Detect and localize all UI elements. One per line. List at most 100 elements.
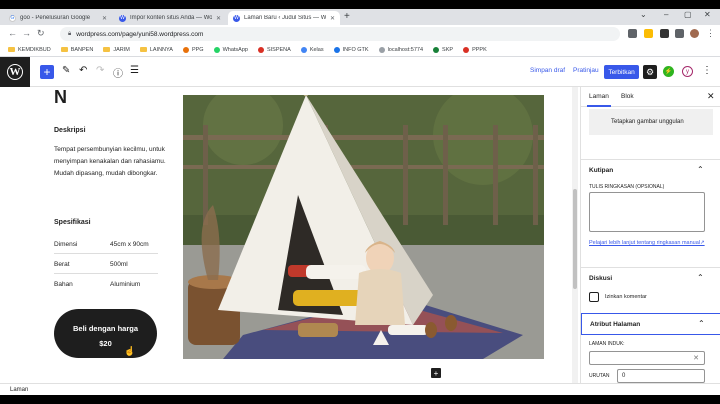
- minimize-icon[interactable]: –: [664, 10, 668, 19]
- product-image[interactable]: [183, 95, 544, 359]
- block-breadcrumb[interactable]: Laman: [0, 383, 720, 395]
- allow-comments-checkbox[interactable]: [589, 292, 599, 302]
- folder-icon: [8, 47, 15, 52]
- spec-row[interactable]: Bahan Aluminium: [54, 275, 158, 294]
- bookmark-item[interactable]: INFO GTK: [333, 46, 369, 53]
- bookmark-item[interactable]: SKP: [433, 46, 453, 53]
- address-toolbar: ← → ↻ 🔒︎ wordpress.com/page/yuni58.wordp…: [0, 25, 720, 43]
- redo-icon[interactable]: ↷: [96, 65, 104, 76]
- site-icon: [333, 46, 340, 53]
- order-input[interactable]: 0: [617, 369, 705, 383]
- tab-search-icon[interactable]: ⌄: [640, 10, 647, 19]
- spec-heading[interactable]: Spesifikasi: [54, 219, 91, 226]
- description-text[interactable]: Tempat persembunyian kecilmu, untuk meny…: [54, 144, 166, 180]
- bookmark-item[interactable]: WhatsApp: [213, 46, 248, 53]
- gear-icon: ⚙: [645, 66, 655, 77]
- bookmark-item[interactable]: LAINNYA: [139, 47, 173, 53]
- sidebar-tabs: Laman Blok ✕: [581, 87, 720, 107]
- address-bar[interactable]: 🔒︎ wordpress.com/page/yuni58.wordpress.c…: [60, 27, 620, 41]
- page-attributes-panel-header[interactable]: Atribut Halaman ⌃: [581, 313, 720, 335]
- bookmark-item[interactable]: PPG: [182, 46, 204, 53]
- parent-page-select[interactable]: ✕: [589, 351, 705, 365]
- pencil-icon[interactable]: ✎: [62, 65, 70, 76]
- excerpt-help-link[interactable]: Pelajari lebih lanjut tentang ringkasan …: [589, 239, 707, 247]
- close-icon[interactable]: ✕: [102, 15, 107, 22]
- chevron-up-icon: ⌃: [697, 273, 704, 282]
- menu-icon[interactable]: ⋮: [706, 28, 715, 39]
- spec-row[interactable]: Dimensi 45cm x 90cm: [54, 235, 158, 254]
- bookmark-item[interactable]: Kelas: [300, 46, 324, 53]
- globe-icon: [378, 46, 385, 53]
- discussion-panel-header[interactable]: Diskusi ⌃: [581, 267, 720, 289]
- bookmark-item[interactable]: BANPEN: [60, 47, 93, 53]
- parent-page-label: LAMAN INDUK:: [589, 341, 625, 347]
- allow-comments-label: Izinkan komentar: [605, 294, 647, 300]
- featured-image-button[interactable]: Tetapkan gambar unggulan: [589, 109, 713, 135]
- excerpt-textarea[interactable]: [589, 192, 705, 232]
- publish-button[interactable]: Terbitkan: [604, 65, 639, 79]
- lock-icon: 🔒︎: [68, 30, 72, 37]
- page-heading-partial[interactable]: N: [54, 87, 67, 108]
- new-tab-button[interactable]: +: [344, 11, 350, 22]
- teepee-photo: [183, 95, 544, 359]
- save-draft-button[interactable]: Simpan draf: [530, 67, 565, 74]
- buy-button-label: Beli dengan harga: [72, 324, 138, 333]
- add-block-button[interactable]: +: [40, 65, 54, 79]
- close-icon[interactable]: ✕: [707, 91, 715, 102]
- settings-button[interactable]: ⚙: [643, 65, 657, 79]
- bookmark-item[interactable]: localhost:5774: [378, 46, 423, 53]
- extension-icon[interactable]: [660, 29, 669, 38]
- order-label: URUTAN: [589, 373, 610, 379]
- yoast-icon[interactable]: y: [682, 66, 693, 77]
- site-icon: [182, 46, 189, 53]
- tab-page[interactable]: Laman: [587, 93, 611, 107]
- more-options-icon[interactable]: ⋮: [702, 65, 712, 76]
- description-heading[interactable]: Deskripsi: [54, 127, 86, 134]
- window-close-icon[interactable]: ✕: [704, 10, 711, 19]
- avatar[interactable]: [690, 29, 699, 38]
- puzzle-icon[interactable]: [675, 29, 684, 38]
- spec-row[interactable]: Berat 500ml: [54, 255, 158, 274]
- close-icon[interactable]: ✕: [216, 15, 221, 22]
- scrollbar-thumb[interactable]: [573, 189, 577, 289]
- excerpt-label: TULIS RINGKASAN (OPSIONAL): [589, 184, 665, 190]
- close-icon[interactable]: ✕: [330, 15, 335, 22]
- tab-google[interactable]: G goo - Penelusuran Google ✕: [4, 11, 112, 25]
- jetpack-icon[interactable]: ⚡: [663, 66, 674, 77]
- wordpress-icon: W: [7, 64, 23, 80]
- buy-button[interactable]: Beli dengan harga $20: [54, 309, 157, 358]
- bookmark-star-icon[interactable]: [644, 29, 653, 38]
- bookmarks-bar: KEMDIKBUD BANPEN JARIM LAINNYA PPG Whats…: [0, 43, 720, 57]
- excerpt-panel-header[interactable]: Kutipan ⌃: [581, 159, 720, 181]
- site-icon: [300, 46, 307, 53]
- wordpress-logo-button[interactable]: W: [0, 57, 30, 87]
- bookmark-item[interactable]: JARIM: [103, 47, 130, 53]
- reload-icon[interactable]: ↻: [37, 28, 45, 39]
- bookmark-item[interactable]: SISPENA: [257, 46, 291, 53]
- forward-icon[interactable]: →: [22, 28, 31, 38]
- wordpress-icon: W: [233, 14, 240, 22]
- tab-new-page[interactable]: W Laman Baru ‹ Judul Situs — Wo ✕: [228, 11, 340, 25]
- tab-strip: G goo - Penelusuran Google ✕ W Impor kon…: [0, 9, 720, 25]
- folder-icon: [60, 47, 68, 52]
- maximize-icon[interactable]: ▢: [684, 10, 692, 19]
- bookmark-item[interactable]: KEMDIKBUD: [8, 47, 51, 53]
- clear-icon[interactable]: ✕: [693, 354, 699, 362]
- tab-import[interactable]: W Impor konten situs Anda — Wo ✕: [114, 11, 226, 25]
- tab-block[interactable]: Blok: [621, 93, 634, 100]
- list-view-icon[interactable]: ☰: [130, 65, 139, 76]
- editor-canvas: N Deskripsi Tempat persembunyian kecilmu…: [0, 87, 578, 383]
- back-icon[interactable]: ←: [8, 28, 17, 38]
- folder-icon: [103, 47, 111, 52]
- preview-button[interactable]: Pratinjau: [573, 67, 599, 74]
- undo-icon[interactable]: ↶: [79, 65, 87, 76]
- site-icon: [463, 46, 470, 53]
- folder-icon: [139, 47, 147, 52]
- share-icon[interactable]: [628, 29, 637, 38]
- external-link-icon: ↗: [700, 240, 705, 246]
- whatsapp-icon: [213, 46, 220, 53]
- info-icon[interactable]: ⓘ: [113, 65, 123, 80]
- block-inserter-button[interactable]: +: [431, 368, 441, 378]
- bookmark-item[interactable]: PPPK: [463, 46, 487, 53]
- editor-header: W + ✎ ↶ ↷ ⓘ ☰ Simpan draf Pratinjau Terb…: [0, 57, 720, 87]
